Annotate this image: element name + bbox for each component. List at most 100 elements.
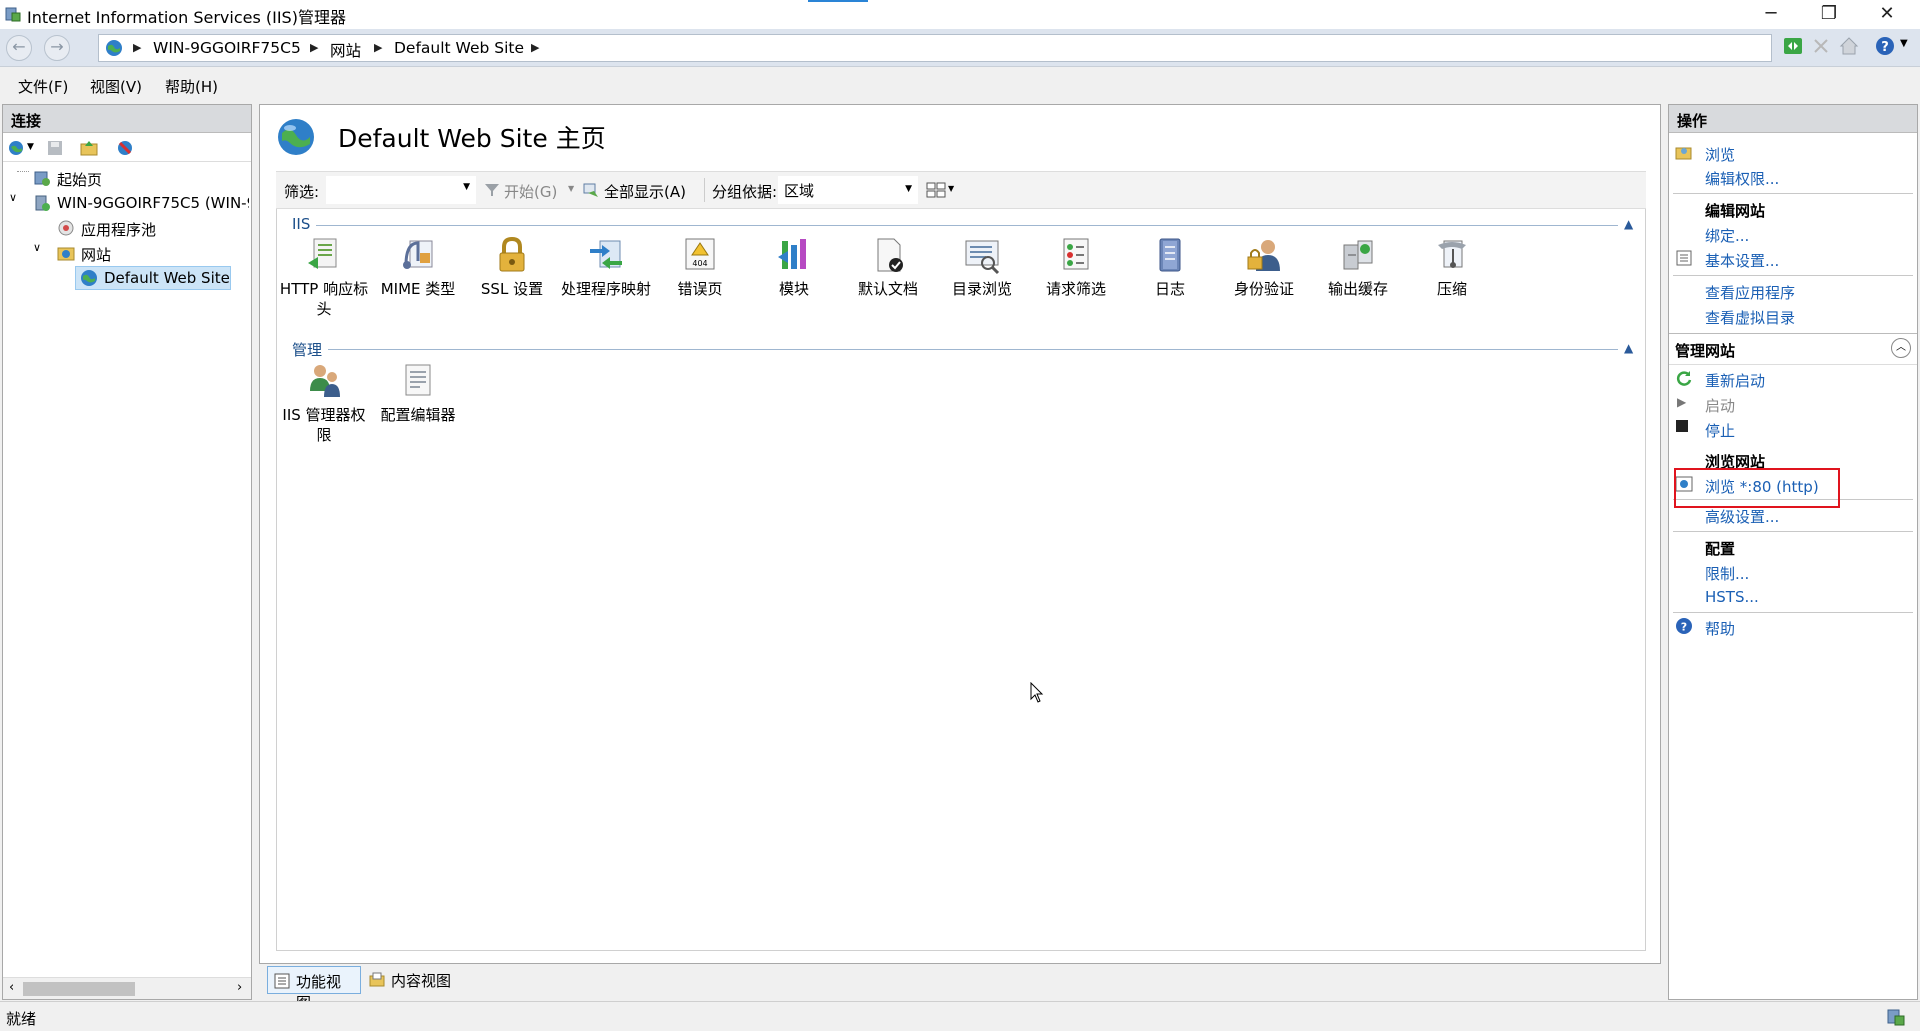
compress-icon — [1438, 240, 1466, 268]
feature-configuration-editor[interactable]: 配置编辑器 — [372, 361, 464, 425]
feature-request-filtering[interactable]: 请求筛选 — [1030, 235, 1122, 299]
feature-ssl-settings[interactable]: SSL 设置 — [466, 235, 558, 299]
action-hsts[interactable]: HSTS... — [1705, 588, 1759, 606]
address-bar: ← → ▶ WIN-9GGOIRF75C5 ▶ 网站 ▶ Default Web… — [0, 29, 1920, 67]
action-limits[interactable]: 限制... — [1705, 563, 1749, 584]
menu-help[interactable]: 帮助(H) — [165, 76, 218, 97]
refresh-icon[interactable] — [1782, 35, 1804, 57]
tree-item-sites[interactable]: 网站 — [81, 244, 111, 265]
help-icon[interactable]: ? — [1874, 35, 1896, 57]
home-icon[interactable] — [1838, 35, 1860, 57]
view-mode-dropdown-icon[interactable]: ▼ — [948, 184, 954, 193]
feature-output-caching[interactable]: 输出缓存 — [1312, 235, 1404, 299]
breadcrumb-separator-icon[interactable]: ▶ — [531, 41, 539, 54]
up-level-icon[interactable] — [79, 138, 99, 158]
globe-icon — [278, 119, 314, 155]
menu-file[interactable]: 文件(F) — [18, 76, 68, 97]
tree-expand-server-icon[interactable]: ∨ — [9, 191, 17, 204]
action-view-virtual-directories[interactable]: 查看虚拟目录 — [1705, 307, 1795, 328]
lock-icon — [499, 236, 525, 272]
feature-label: 处理程序映射 — [560, 280, 651, 298]
mime-icon — [403, 240, 433, 269]
back-button[interactable]: ← — [6, 35, 32, 61]
minimize-button[interactable]: ─ — [1742, 0, 1800, 29]
action-restart[interactable]: 重新启动 — [1705, 370, 1765, 391]
view-mode-icon[interactable] — [926, 181, 946, 199]
breadcrumb-default-site[interactable]: Default Web Site — [394, 39, 524, 57]
disconnect-icon[interactable] — [115, 138, 135, 158]
globe-icon — [106, 40, 122, 56]
group-by-select[interactable]: 区域 ▼ — [778, 176, 918, 204]
breadcrumb-separator-icon[interactable]: ▶ — [374, 41, 382, 54]
error-page-icon: 404 — [685, 238, 715, 270]
tree-expand-sites-icon[interactable]: ∨ — [33, 241, 41, 254]
collapse-manage-icon[interactable]: ︿ — [1891, 338, 1911, 358]
tab-content-view[interactable]: 内容视图 — [363, 966, 457, 994]
action-stop[interactable]: 停止 — [1705, 420, 1735, 441]
scroll-right-icon[interactable]: › — [237, 980, 242, 995]
action-browse[interactable]: 浏览 — [1705, 144, 1735, 165]
breadcrumb-separator-icon[interactable]: ▶ — [133, 41, 141, 54]
breadcrumb-server[interactable]: WIN-9GGOIRF75C5 — [153, 39, 301, 57]
action-advanced-settings[interactable]: 高级设置... — [1705, 506, 1779, 527]
connect-dropdown-icon[interactable]: ▼ — [27, 142, 34, 152]
cache-icon — [1343, 240, 1373, 270]
connections-toolbar: ▼ — [3, 134, 251, 162]
save-icon[interactable] — [45, 138, 65, 158]
feature-error-pages[interactable]: 404 错误页 — [654, 235, 746, 299]
iis-app-icon — [5, 7, 21, 22]
tree-item-server[interactable]: WIN-9GGOIRF75C5 (WIN-9 — [57, 194, 249, 212]
tab-features-view[interactable]: 功能视图 — [267, 966, 361, 1012]
start-filter-button[interactable]: 开始(G) — [504, 181, 557, 202]
request-filter-icon — [1063, 238, 1089, 270]
collapse-iis-icon[interactable]: ▲ — [1624, 217, 1633, 231]
feature-logging[interactable]: 日志 — [1124, 235, 1216, 299]
filter-input[interactable]: ▼ — [326, 176, 476, 204]
scroll-thumb[interactable] — [23, 982, 135, 996]
menu-view[interactable]: 视图(V) — [90, 76, 142, 97]
feature-http-headers[interactable]: HTTP 响应标头 — [278, 235, 370, 319]
close-button[interactable]: ✕ — [1858, 0, 1916, 29]
feature-iis-manager-permissions[interactable]: IIS 管理器权限 — [278, 361, 370, 445]
start-dropdown-icon[interactable]: ▼ — [568, 184, 574, 193]
scroll-left-icon[interactable]: ‹ — [9, 980, 14, 995]
action-edit-permissions[interactable]: 编辑权限... — [1705, 168, 1779, 189]
group-divider — [328, 349, 1618, 350]
collapse-management-icon[interactable]: ▲ — [1624, 341, 1633, 355]
breadcrumb[interactable]: ▶ WIN-9GGOIRF75C5 ▶ 网站 ▶ Default Web Sit… — [98, 34, 1772, 62]
action-bindings[interactable]: 绑定... — [1705, 225, 1749, 246]
action-basic-settings[interactable]: 基本设置... — [1705, 250, 1779, 271]
forward-button[interactable]: → — [44, 35, 70, 61]
feature-default-document[interactable]: 默认文档 — [842, 235, 934, 299]
feature-view-pane: Default Web Site 主页 筛选: ▼ 开始(G) ▼ 全部显示(A… — [259, 104, 1661, 964]
feature-label: 压缩 — [1436, 280, 1467, 298]
filter-toolbar: 筛选: ▼ 开始(G) ▼ 全部显示(A) 分组依据: 区域 ▼ ▼ — [276, 171, 1646, 209]
tree-item-start-page[interactable]: 起始页 — [57, 169, 102, 190]
permissions-icon — [310, 365, 340, 397]
feature-compression[interactable]: 压缩 — [1406, 235, 1498, 299]
action-start[interactable]: 启动 — [1705, 395, 1735, 416]
breadcrumb-sites[interactable]: 网站 — [330, 39, 361, 61]
restore-button[interactable]: ❐ — [1800, 0, 1858, 29]
feature-handler-mappings[interactable]: 处理程序映射 — [560, 235, 652, 299]
filter-dropdown-icon[interactable]: ▼ — [463, 182, 470, 192]
help-dropdown-icon[interactable]: ▼ — [1900, 38, 1908, 49]
group-by-dropdown-icon[interactable]: ▼ — [905, 184, 912, 194]
group-header-management: 管理 — [292, 341, 323, 359]
breadcrumb-separator-icon[interactable]: ▶ — [310, 41, 318, 54]
section-configure: 配置 — [1705, 540, 1736, 558]
tree-item-app-pools[interactable]: 应用程序池 — [81, 219, 156, 240]
feature-modules[interactable]: 模块 — [748, 235, 840, 299]
stop-icon[interactable] — [1810, 35, 1832, 57]
connect-icon[interactable] — [7, 138, 27, 158]
feature-directory-browsing[interactable]: 目录浏览 — [936, 235, 1028, 299]
feature-authentication[interactable]: 身份验证 — [1218, 235, 1310, 299]
start-icon: ▶ — [1677, 395, 1687, 409]
horizontal-scrollbar[interactable]: ‹ › — [3, 977, 251, 999]
action-view-applications[interactable]: 查看应用程序 — [1705, 282, 1795, 303]
feature-label: 模块 — [778, 280, 809, 298]
action-help[interactable]: 帮助 — [1705, 618, 1735, 639]
feature-mime-types[interactable]: MIME 类型 — [372, 235, 464, 299]
show-all-button[interactable]: 全部显示(A) — [604, 181, 686, 202]
tree-item-default-site[interactable]: Default Web Site — [75, 266, 231, 290]
